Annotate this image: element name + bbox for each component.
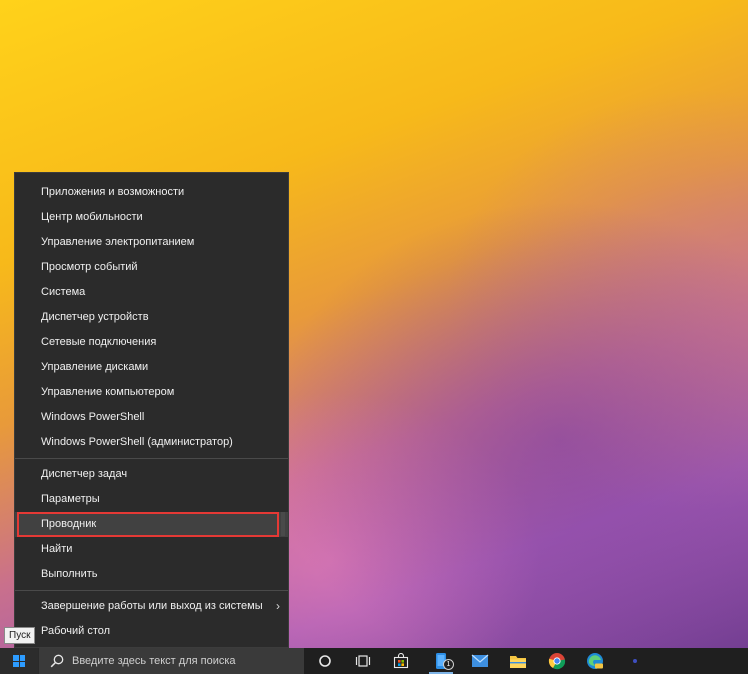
taskbar-search-box[interactable]: Введите здесь текст для поиска [38, 648, 304, 674]
edge-canary-button[interactable] [576, 648, 614, 674]
store-bag-icon [393, 653, 409, 669]
start-tooltip: Пуск [4, 627, 36, 644]
mail-envelope-icon [471, 654, 489, 667]
dot-icon [633, 659, 637, 663]
menu-item-run[interactable]: Выполнить [15, 562, 288, 587]
menu-item-system[interactable]: Система [15, 280, 288, 305]
cortana-button[interactable] [306, 648, 344, 674]
menu-item-disk-management[interactable]: Управление дисками [15, 355, 288, 380]
menu-item-settings[interactable]: Параметры [15, 487, 288, 512]
menu-item-powershell-admin[interactable]: Windows PowerShell (администратор) [15, 430, 288, 455]
menu-item-event-viewer[interactable]: Просмотр событий [15, 255, 288, 280]
taskbar: Введите здесь текст для поиска 1 [0, 648, 748, 674]
menu-item-file-explorer[interactable]: Проводник [15, 512, 288, 537]
menu-item-search[interactable]: Найти [15, 537, 288, 562]
menu-scroll-indicator [281, 512, 285, 536]
winx-context-menu: Приложения и возможности Центр мобильнос… [14, 172, 289, 648]
menu-item-shutdown-label: Завершение работы или выход из системы [41, 600, 263, 612]
menu-item-powershell[interactable]: Windows PowerShell [15, 405, 288, 430]
menu-item-power-options[interactable]: Управление электропитанием [15, 230, 288, 255]
tray-overflow-button[interactable] [616, 648, 654, 674]
search-icon [50, 654, 64, 668]
menu-item-computer-management[interactable]: Управление компьютером [15, 380, 288, 405]
task-view-icon [355, 655, 371, 667]
chrome-button[interactable] [538, 648, 576, 674]
notification-badge: 1 [443, 659, 454, 670]
menu-item-apps-features[interactable]: Приложения и возможности [15, 180, 288, 205]
search-placeholder: Введите здесь текст для поиска [72, 655, 236, 667]
edge-icon [587, 653, 603, 669]
folder-icon [510, 655, 526, 668]
start-button[interactable] [0, 648, 38, 674]
microsoft-store-button[interactable] [382, 648, 420, 674]
your-phone-button[interactable]: 1 [422, 648, 460, 674]
menu-item-file-explorer-label: Проводник [41, 518, 97, 530]
task-view-button[interactable] [344, 648, 382, 674]
menu-item-task-manager[interactable]: Диспетчер задач [15, 462, 288, 487]
menu-item-device-manager[interactable]: Диспетчер устройств [15, 305, 288, 330]
menu-item-shutdown-signout[interactable]: Завершение работы или выход из системы › [15, 594, 288, 619]
mail-button[interactable] [461, 648, 499, 674]
menu-separator [15, 590, 288, 591]
windows-logo-icon [13, 655, 25, 667]
file-explorer-taskbar-button[interactable] [499, 648, 537, 674]
chevron-right-icon: › [276, 599, 280, 613]
cortana-circle-icon [319, 655, 331, 667]
chrome-icon [548, 653, 566, 670]
menu-item-network-connections[interactable]: Сетевые подключения [15, 330, 288, 355]
menu-item-desktop[interactable]: Рабочий стол [15, 619, 288, 644]
menu-item-mobility-center[interactable]: Центр мобильности [15, 205, 288, 230]
menu-separator [15, 458, 288, 459]
